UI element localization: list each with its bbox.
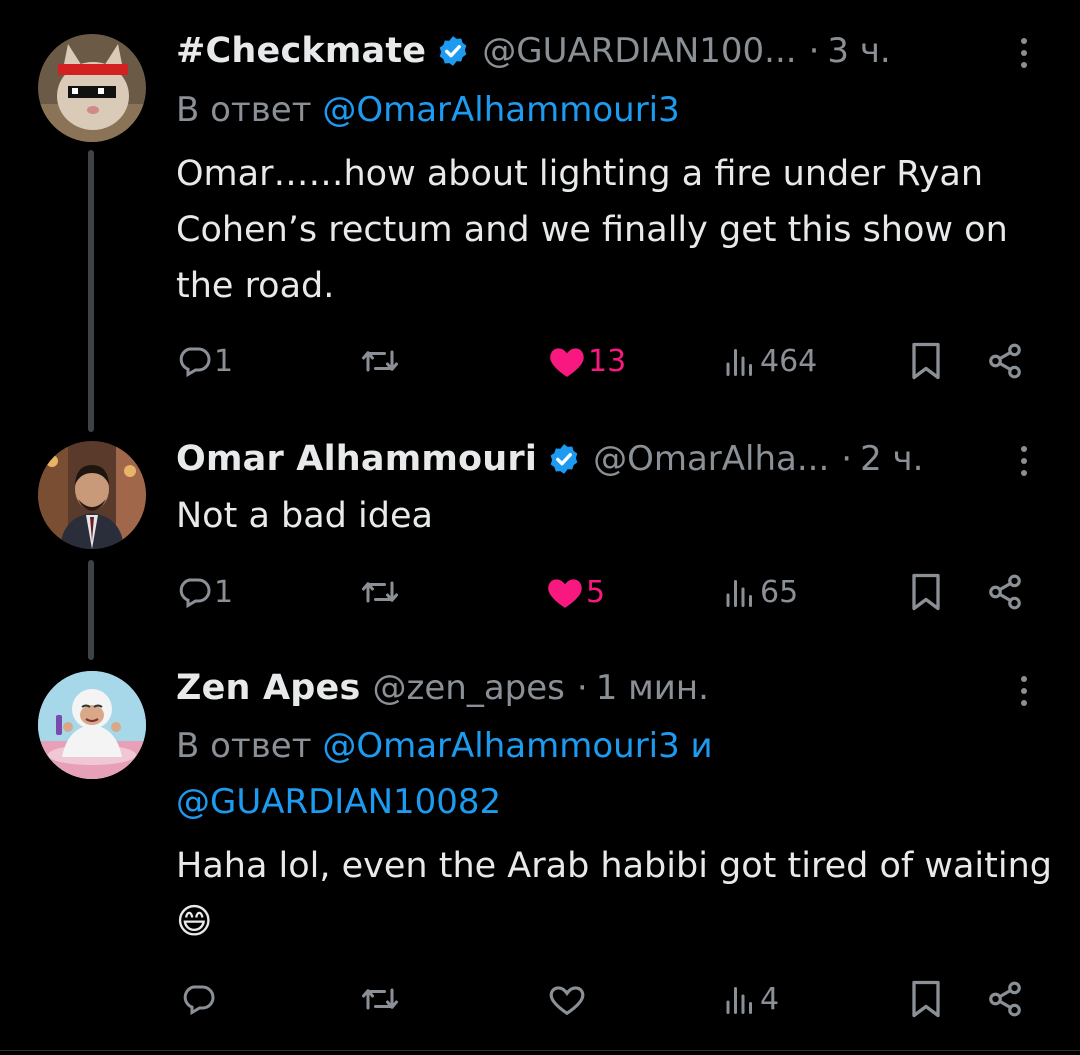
like-button[interactable]: 5	[546, 567, 605, 617]
tweet-actions: 4	[0, 974, 1080, 1024]
reply-icon	[183, 985, 215, 1016]
like-button[interactable]: 13	[548, 336, 626, 386]
reply-prefix: В ответ	[176, 726, 323, 766]
bottom-divider	[0, 1050, 1080, 1051]
more-options-icon[interactable]	[1010, 436, 1038, 486]
bookmark-icon	[912, 342, 940, 380]
tweet-actions: 1 13 464	[0, 336, 1080, 386]
bookmark-button[interactable]	[908, 336, 944, 386]
reply-button[interactable]: 1	[176, 336, 233, 386]
like-count: 13	[588, 343, 627, 379]
verified-badge-icon	[439, 36, 467, 66]
share-button[interactable]	[986, 974, 1024, 1024]
user-handle[interactable]: @GUARDIAN100...	[482, 31, 796, 71]
views-count: 464	[760, 343, 818, 379]
reply-join: и	[679, 726, 713, 766]
timestamp[interactable]: 3 ч.	[827, 31, 890, 71]
ape-avatar-icon	[38, 671, 146, 779]
share-icon	[989, 981, 1021, 1017]
share-button[interactable]	[986, 336, 1024, 386]
views-button[interactable]: 464	[722, 336, 817, 386]
bookmark-button[interactable]	[908, 974, 944, 1024]
verified-badge-icon	[550, 444, 578, 474]
reply-count: 1	[214, 574, 234, 610]
bookmark-button[interactable]	[908, 567, 944, 617]
reply-mention-link[interactable]: @OmarAlhammouri3	[322, 90, 679, 130]
timestamp[interactable]: 1 мин.	[596, 668, 709, 708]
separator-dot: ·	[841, 439, 853, 479]
reply-icon	[179, 347, 211, 378]
reply-button[interactable]	[180, 974, 218, 1024]
views-count: 4	[760, 981, 780, 1017]
cat-avatar-icon	[38, 34, 146, 142]
retweet-button[interactable]	[358, 974, 404, 1024]
reply-count: 1	[214, 343, 234, 379]
reply-icon	[179, 578, 211, 609]
views-icon	[726, 580, 752, 607]
display-name[interactable]: #Checkmate	[176, 31, 426, 71]
separator-dot: ·	[808, 31, 820, 71]
reply-mention-link[interactable]: @GUARDIAN10082	[176, 782, 501, 822]
reply-button[interactable]: 1	[176, 567, 233, 617]
like-button[interactable]	[548, 974, 588, 1024]
bookmark-icon	[912, 573, 940, 611]
reply-context: В ответ @OmarAlhammouri3 и @GUARDIAN1008…	[176, 718, 1056, 830]
more-options-icon[interactable]	[1010, 666, 1038, 716]
reply-prefix: В ответ	[176, 90, 323, 130]
reply-mention-link[interactable]: @OmarAlhammouri3	[322, 726, 679, 766]
retweet-icon	[362, 581, 398, 603]
heart-filled-icon	[550, 348, 584, 377]
grinning-face-emoji: 😄	[176, 902, 213, 942]
heart-filled-icon	[548, 579, 582, 608]
views-button[interactable]: 4	[722, 974, 779, 1024]
person-avatar-icon	[38, 441, 146, 549]
avatar[interactable]	[38, 671, 146, 779]
views-icon	[726, 987, 752, 1014]
display-name[interactable]: Omar Alhammouri	[176, 439, 537, 479]
share-icon	[989, 343, 1021, 379]
retweet-button[interactable]	[358, 567, 404, 617]
tweet-text: Not a bad idea	[176, 496, 433, 536]
tweet-text-block: Haha lol, even the Arab habibi got tired…	[176, 838, 1056, 950]
avatar[interactable]	[38, 441, 146, 549]
timestamp[interactable]: 2 ч.	[860, 439, 923, 479]
bookmark-icon	[912, 980, 940, 1018]
share-icon	[989, 574, 1021, 610]
retweet-icon	[362, 988, 398, 1010]
more-options-icon[interactable]	[1010, 28, 1038, 78]
display-name[interactable]: Zen Apes	[176, 668, 361, 708]
tweet-text: Omar……how about lighting a fire under Ry…	[176, 154, 1008, 306]
views-button[interactable]: 65	[722, 567, 798, 617]
views-icon	[726, 349, 752, 376]
share-button[interactable]	[986, 567, 1024, 617]
thread-line	[88, 150, 94, 432]
user-handle[interactable]: @OmarAlha...	[593, 439, 829, 479]
like-count: 5	[586, 574, 606, 610]
tweet-text: Haha lol, even the Arab habibi got tired…	[176, 846, 1052, 886]
user-handle[interactable]: @zen_apes	[373, 668, 565, 708]
avatar[interactable]	[38, 34, 146, 142]
reply-context: В ответ @OmarAlhammouri3	[176, 82, 1056, 138]
views-count: 65	[760, 574, 799, 610]
retweet-icon	[362, 350, 398, 372]
separator-dot: ·	[576, 668, 588, 708]
tweet-actions: 1 5 65	[0, 567, 1080, 617]
retweet-button[interactable]	[358, 336, 404, 386]
heart-outline-icon	[549, 986, 585, 1016]
